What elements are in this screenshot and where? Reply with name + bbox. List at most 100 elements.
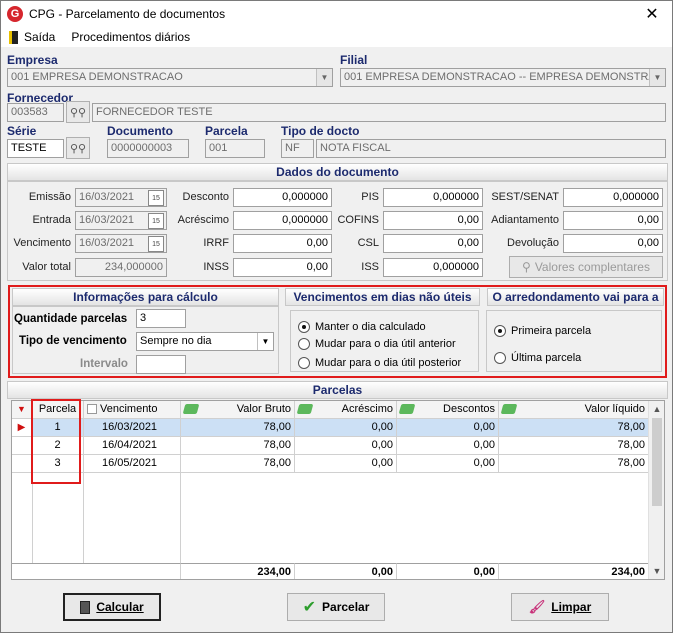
sest-senat-field[interactable]: 0,000000 [563, 188, 663, 207]
filial-value: 001 EMPRESA DEMONSTRACAO -- EMPRESA DEMO… [344, 71, 656, 83]
dados-documento-header: Dados do documento [7, 163, 668, 181]
vencimento-label: Vencimento [13, 237, 71, 249]
cell-descontos[interactable]: 0,00 [397, 437, 499, 455]
binoculars-icon: ⚲ [522, 260, 531, 274]
iss-field[interactable]: 0,000000 [383, 258, 483, 277]
devolucao-field[interactable]: 0,00 [563, 234, 663, 253]
cell-acrescimo[interactable]: 0,00 [295, 455, 397, 473]
table-row[interactable]: 2 16/04/2021 78,00 0,00 0,00 78,00 [12, 437, 649, 455]
valor-total-field[interactable]: 234,000000 [75, 258, 167, 277]
cell-valor-liquido[interactable]: 78,00 [499, 419, 649, 437]
scroll-thumb[interactable] [652, 418, 662, 506]
cell-vencimento[interactable]: 16/03/2021 [84, 419, 181, 437]
total-valor-bruto: 234,00 [181, 563, 295, 579]
column-header-acrescimo-label: Acréscimo [341, 403, 393, 415]
highlight-calc-options [8, 285, 667, 378]
limpar-button[interactable]: 🖌 Limpar [511, 593, 609, 621]
tipo-docto-name-field: NOTA FISCAL [316, 139, 666, 158]
cell-valor-liquido[interactable]: 78,00 [499, 437, 649, 455]
limpar-label: Limpar [551, 600, 592, 614]
iss-label: ISS [361, 261, 379, 273]
title-bar: G CPG - Parcelamento de documentos ✕ [1, 1, 672, 27]
table-row[interactable]: 3 16/05/2021 78,00 0,00 0,00 78,00 [12, 455, 649, 473]
valores-complementares-button[interactable]: ⚲ Valores complentares [509, 256, 663, 278]
column-header-descontos-label: Descontos [443, 403, 495, 415]
grid-line [83, 473, 84, 563]
cell-vencimento[interactable]: 16/05/2021 [84, 455, 181, 473]
sort-indicator-icon[interactable]: ▼ [12, 401, 32, 419]
cofins-field[interactable]: 0,00 [383, 211, 483, 230]
window-title: CPG - Parcelamento de documentos [29, 7, 226, 21]
chevron-down-icon[interactable]: ▼ [649, 69, 665, 86]
close-icon[interactable]: ✕ [642, 4, 662, 24]
calendar-icon[interactable]: 15 [148, 213, 164, 229]
serie-search-button[interactable]: ⚲⚲ [66, 137, 90, 159]
documento-field[interactable]: 0000000003 [107, 139, 189, 158]
money-icon [398, 404, 416, 414]
vencimento-value: 16/03/2021 [79, 237, 135, 249]
calendar-icon [87, 404, 97, 415]
cell-valor-bruto[interactable]: 78,00 [181, 419, 295, 437]
column-header-valor-liquido-label: Valor líquido [584, 403, 645, 415]
parcela-field[interactable]: 001 [205, 139, 265, 158]
inss-label: INSS [203, 261, 229, 273]
total-descontos: 0,00 [397, 563, 499, 579]
acrescimo-label: Acréscimo [177, 214, 229, 226]
fornecedor-name-field: FORNECEDOR TESTE [92, 103, 666, 122]
calcular-button[interactable]: Calcular [63, 593, 161, 621]
inss-field[interactable]: 0,00 [233, 258, 332, 277]
cell-vencimento[interactable]: 16/04/2021 [84, 437, 181, 455]
fornecedor-search-button[interactable]: ⚲⚲ [66, 101, 90, 123]
column-header-valor-bruto[interactable]: Valor Bruto [181, 401, 295, 419]
empresa-label: Empresa [7, 53, 58, 67]
emissao-value: 16/03/2021 [79, 191, 135, 203]
column-header-vencimento-label: Vencimento [100, 403, 158, 415]
binoculars-icon: ⚲⚲ [69, 106, 87, 119]
total-valor-liquido: 234,00 [499, 563, 649, 579]
parcelas-grid[interactable]: ▼ Parcela Vencimento Valor Bruto Acrésci… [11, 400, 665, 580]
adiantamento-label: Adiantamento [491, 214, 559, 226]
chevron-down-icon[interactable]: ▼ [316, 69, 332, 86]
calendar-icon[interactable]: 15 [148, 190, 164, 206]
menu-procedures[interactable]: Procedimentos diários [63, 30, 198, 44]
cell-descontos[interactable]: 0,00 [397, 419, 499, 437]
totals-row: 234,00 0,00 0,00 234,00 [12, 563, 649, 579]
cell-descontos[interactable]: 0,00 [397, 455, 499, 473]
broom-icon: 🖌 [528, 599, 546, 614]
valores-complementares-label: Valores complentares [534, 260, 650, 274]
csl-field[interactable]: 0,00 [383, 234, 483, 253]
column-header-acrescimo[interactable]: Acréscimo [295, 401, 397, 419]
cell-valor-bruto[interactable]: 78,00 [181, 437, 295, 455]
irrf-field[interactable]: 0,00 [233, 234, 332, 253]
column-header-valor-liquido[interactable]: Valor líquido [499, 401, 649, 419]
scroll-up-icon[interactable]: ▲ [649, 401, 664, 417]
filial-label: Filial [340, 53, 368, 67]
parcela-label: Parcela [205, 124, 248, 138]
adiantamento-field[interactable]: 0,00 [563, 211, 663, 230]
devolucao-label: Devolução [507, 237, 559, 249]
scroll-down-icon[interactable]: ▼ [649, 563, 664, 579]
filial-select[interactable]: 001 EMPRESA DEMONSTRACAO -- EMPRESA DEMO… [340, 68, 666, 87]
desconto-field[interactable]: 0,000000 [233, 188, 332, 207]
pis-field[interactable]: 0,000000 [383, 188, 483, 207]
cell-valor-liquido[interactable]: 78,00 [499, 455, 649, 473]
serie-label: Série [7, 124, 37, 138]
cell-acrescimo[interactable]: 0,00 [295, 437, 397, 455]
cell-acrescimo[interactable]: 0,00 [295, 419, 397, 437]
table-row[interactable]: ▶ 1 16/03/2021 78,00 0,00 0,00 78,00 [12, 419, 649, 437]
menu-exit[interactable]: Saída [1, 30, 63, 44]
acrescimo-field[interactable]: 0,000000 [233, 211, 332, 230]
column-header-descontos[interactable]: Descontos [397, 401, 499, 419]
tipo-docto-code-field[interactable]: NF [281, 139, 314, 158]
valor-total-label: Valor total [22, 261, 71, 273]
vertical-scrollbar[interactable]: ▲ ▼ [648, 401, 664, 579]
calendar-icon[interactable]: 15 [148, 236, 164, 252]
parcelar-button[interactable]: ✔ Parcelar [287, 593, 385, 621]
pis-label: PIS [361, 191, 379, 203]
empresa-select[interactable]: 001 EMPRESA DEMONSTRACAO ▼ [7, 68, 333, 87]
app-window: G CPG - Parcelamento de documentos ✕ Saí… [0, 0, 673, 633]
fornecedor-code-field[interactable]: 003583 [7, 103, 64, 122]
column-header-vencimento[interactable]: Vencimento [84, 401, 181, 419]
serie-field[interactable]: TESTE [7, 139, 64, 158]
cell-valor-bruto[interactable]: 78,00 [181, 455, 295, 473]
